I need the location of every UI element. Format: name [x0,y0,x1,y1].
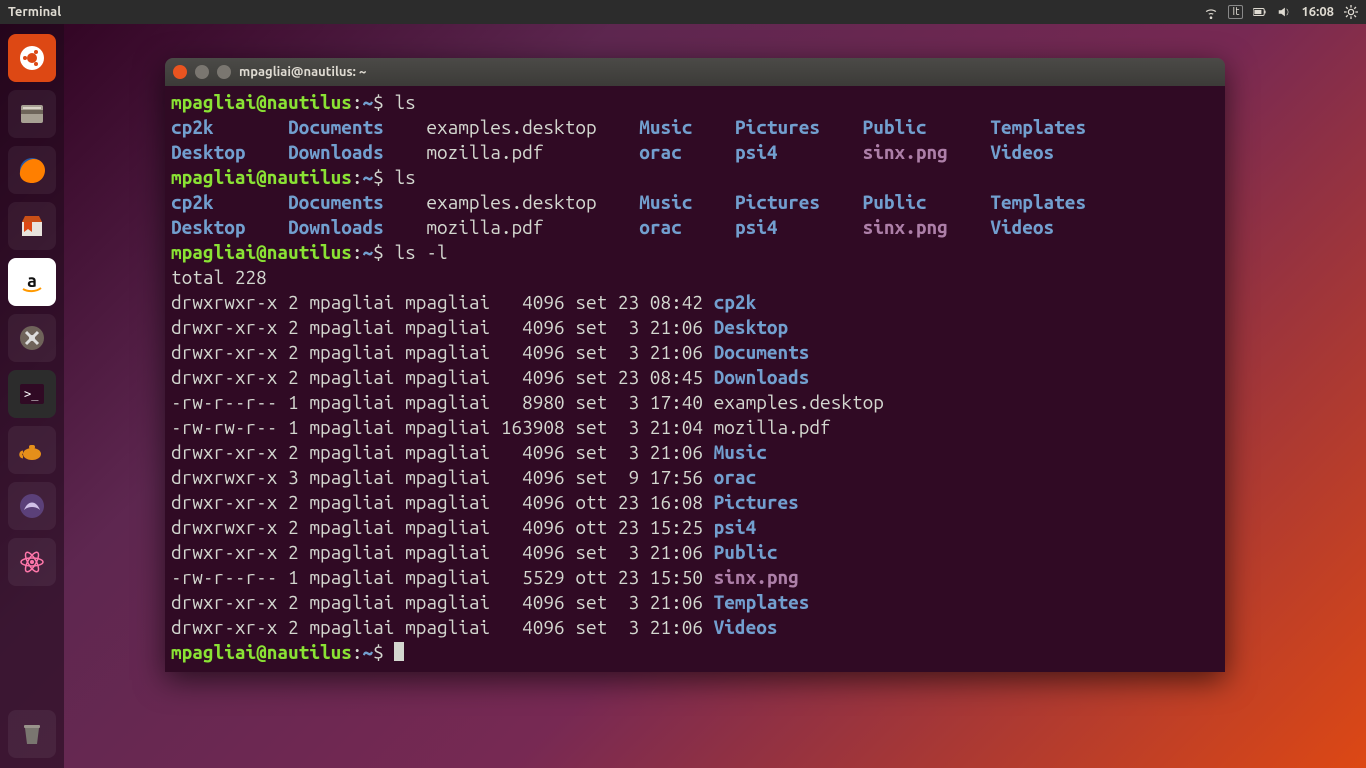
launcher-files[interactable] [8,90,56,138]
battery-icon[interactable] [1253,5,1267,19]
active-app-title: Terminal [8,5,61,19]
launcher-trash[interactable] [8,710,56,758]
terminal-body[interactable]: mpagliai@nautilus:~$ ls cp2k Documents e… [165,86,1225,672]
launcher-firefox[interactable] [8,146,56,194]
launcher-settings[interactable] [8,314,56,362]
keyboard-indicator[interactable]: It [1228,5,1243,19]
clock[interactable]: 16:08 [1301,5,1334,19]
window-titlebar[interactable]: mpagliai@nautilus: ~ [165,58,1225,86]
window-title: mpagliai@nautilus: ~ [239,65,366,79]
launcher-atom[interactable] [8,538,56,586]
gear-icon[interactable] [1344,5,1358,19]
svg-text:a: a [27,271,37,291]
sound-icon[interactable] [1277,5,1291,19]
launcher-editor[interactable] [8,482,56,530]
maximize-icon[interactable] [217,65,231,79]
launcher-teapot[interactable] [8,426,56,474]
network-icon[interactable] [1204,5,1218,19]
launcher-dash[interactable] [8,34,56,82]
launcher-terminal[interactable]: >_ [8,370,56,418]
launcher-software[interactable] [8,202,56,250]
launcher-amazon[interactable]: a [8,258,56,306]
unity-launcher: a >_ [0,24,64,768]
top-menubar: Terminal It 16:08 [0,0,1366,24]
terminal-window: mpagliai@nautilus: ~ mpagliai@nautilus:~… [165,58,1225,672]
close-icon[interactable] [173,65,187,79]
svg-text:>_: >_ [24,387,39,401]
minimize-icon[interactable] [195,65,209,79]
